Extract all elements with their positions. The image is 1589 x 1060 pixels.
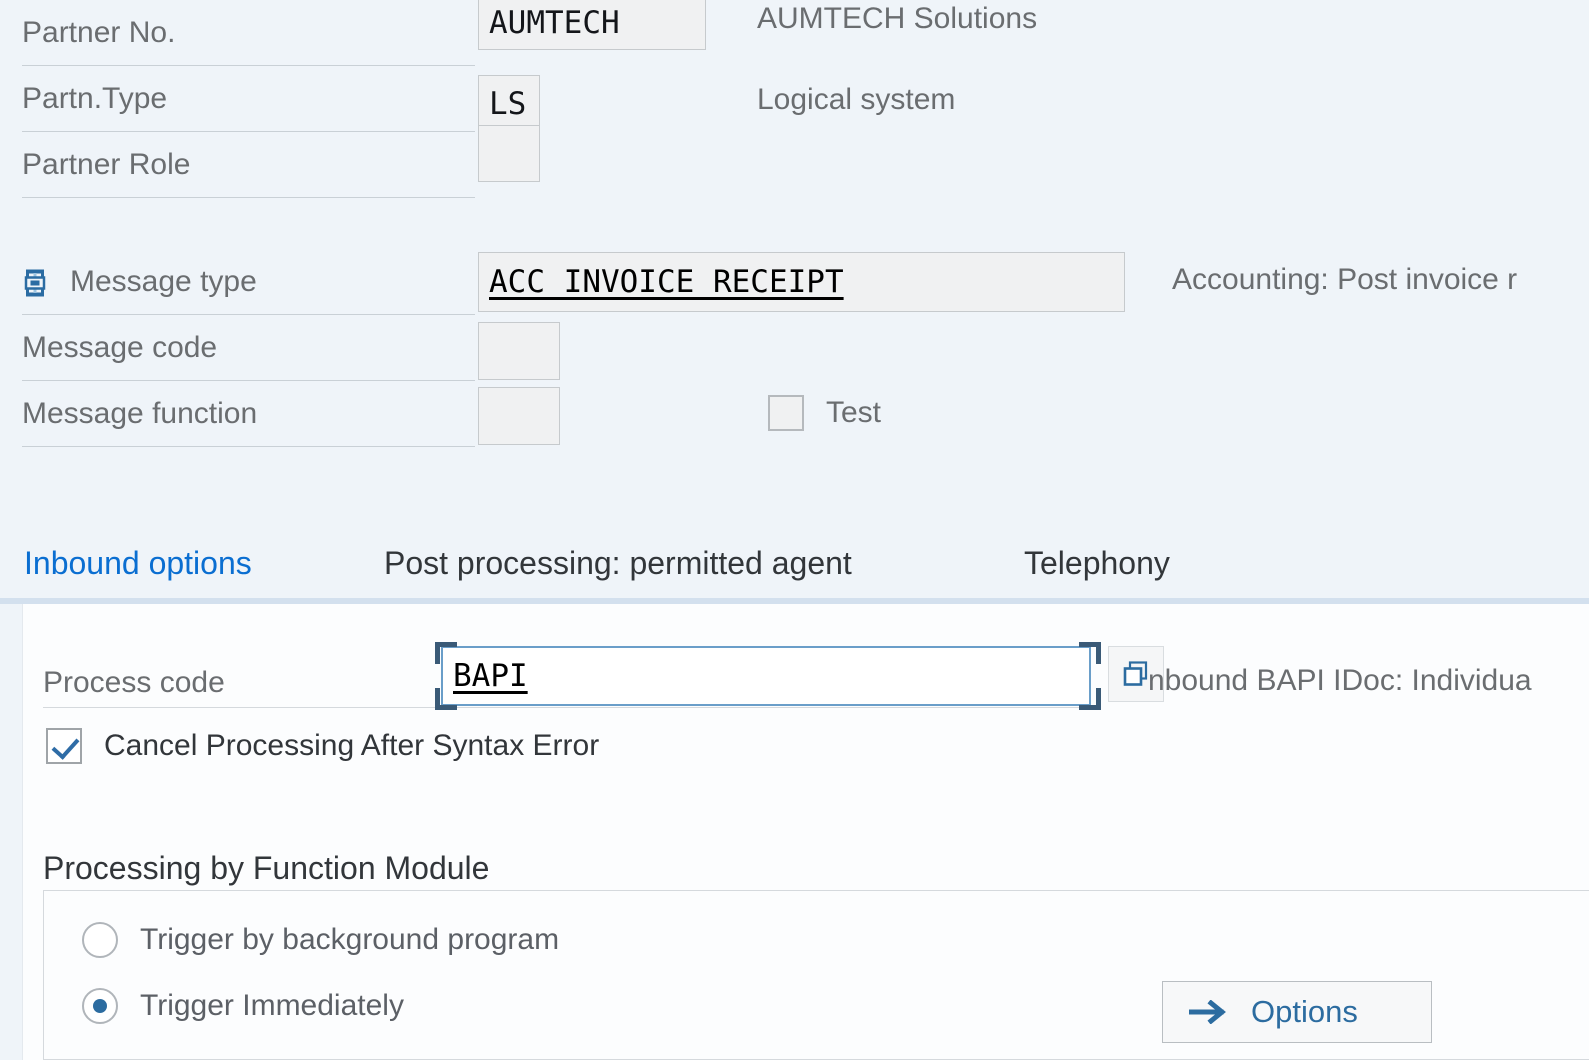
label-partner-no: Partner No.	[22, 0, 475, 66]
field-row-message-code: Message code	[0, 315, 1589, 381]
focus-bracket-bottom-right	[1079, 688, 1101, 710]
input-message-type[interactable]: ACC_INVOICE_RECEIPT	[478, 252, 1125, 312]
field-row-message-type: Message type ACC_INVOICE_RECEIPT Account…	[0, 249, 1589, 315]
radio-trigger-immediately[interactable]: Trigger Immediately	[82, 988, 404, 1024]
label-message-type: Message type	[22, 249, 475, 315]
tab-post-processing[interactable]: Post processing: permitted agent	[382, 522, 854, 604]
tab-telephony[interactable]: Telephony	[1022, 522, 1172, 604]
test-checkbox-box[interactable]	[768, 395, 804, 431]
input-process-code[interactable]: BAPI	[441, 646, 1091, 706]
desc-message-type: Accounting: Post invoice r	[1172, 263, 1518, 296]
radio-trigger-background[interactable]: Trigger by background program	[82, 922, 559, 958]
options-button-label: Options	[1251, 994, 1358, 1029]
cancel-processing-checkbox-label: Cancel Processing After Syntax Error	[104, 729, 600, 762]
radio-trigger-immediately-circle[interactable]	[82, 988, 118, 1024]
focus-bracket-bottom-left	[435, 688, 457, 710]
arrow-right-icon	[1189, 1000, 1226, 1024]
focus-bracket-top-right	[1079, 642, 1101, 664]
processing-section-title: Processing by Function Module	[43, 850, 490, 886]
options-button[interactable]: Options	[1162, 981, 1432, 1043]
input-process-code-value[interactable]: BAPI	[453, 658, 528, 694]
value-help-copy-icon	[1123, 661, 1148, 686]
input-message-function[interactable]	[478, 387, 560, 445]
tabstrip: Inbound options Post processing: permitt…	[0, 522, 1589, 604]
desc-process-code: nbound BAPI IDoc: Individua	[1148, 664, 1532, 697]
cancel-processing-checkbox[interactable]: Cancel Processing After Syntax Error	[46, 728, 599, 764]
processing-radio-panel: Trigger by background program Trigger Im…	[43, 890, 1589, 1060]
desc-partner-type: Logical system	[757, 83, 956, 116]
tab-telephony-label: Telephony	[1024, 544, 1170, 581]
label-message-function: Message function	[22, 381, 475, 447]
radio-trigger-background-label: Trigger by background program	[140, 923, 560, 956]
test-checkbox-label: Test	[826, 396, 882, 429]
input-partner-role[interactable]	[478, 125, 540, 182]
field-row-partner-type: Partn.Type LS Logical system	[0, 66, 1589, 132]
sap-partner-profile-screen: Partner No. AUMTECH AUMTECH Solutions Pa…	[0, 0, 1589, 1060]
radio-trigger-background-circle[interactable]	[82, 922, 118, 958]
field-row-message-function: Message function Test	[0, 381, 1589, 447]
inbound-options-panel: Process code BAPI nbound BAPI IDoc: Indi…	[22, 604, 1589, 1060]
label-partner-type: Partn.Type	[22, 66, 475, 132]
partner-header-area: Partner No. AUMTECH AUMTECH Solutions Pa…	[0, 0, 1589, 522]
test-checkbox[interactable]: Test	[768, 395, 881, 431]
tab-inbound-options-label: Inbound options	[24, 544, 252, 581]
label-process-code: Process code	[43, 666, 225, 699]
tab-inbound-options[interactable]: Inbound options	[22, 522, 302, 604]
tab-post-processing-label: Post processing: permitted agent	[384, 544, 852, 581]
label-partner-role: Partner Role	[22, 132, 475, 198]
desc-partner-no: AUMTECH Solutions	[757, 2, 1038, 35]
process-code-field: BAPI	[435, 642, 1101, 710]
input-partner-type[interactable]: LS	[478, 75, 540, 132]
cancel-processing-checkbox-box[interactable]	[46, 728, 82, 764]
input-message-code[interactable]	[478, 322, 560, 380]
focus-bracket-top-left	[435, 642, 457, 664]
input-partner-no[interactable]: AUMTECH	[478, 0, 706, 50]
input-partner-type-value: LS	[489, 85, 527, 122]
field-row-partner-role: Partner Role	[0, 125, 1589, 198]
input-partner-no-value: AUMTECH	[489, 4, 620, 41]
label-message-code: Message code	[22, 315, 475, 381]
input-message-type-value[interactable]: ACC_INVOICE_RECEIPT	[489, 264, 844, 300]
radio-trigger-immediately-label: Trigger Immediately	[140, 989, 404, 1022]
field-row-partner-no: Partner No. AUMTECH AUMTECH Solutions	[0, 0, 1589, 66]
